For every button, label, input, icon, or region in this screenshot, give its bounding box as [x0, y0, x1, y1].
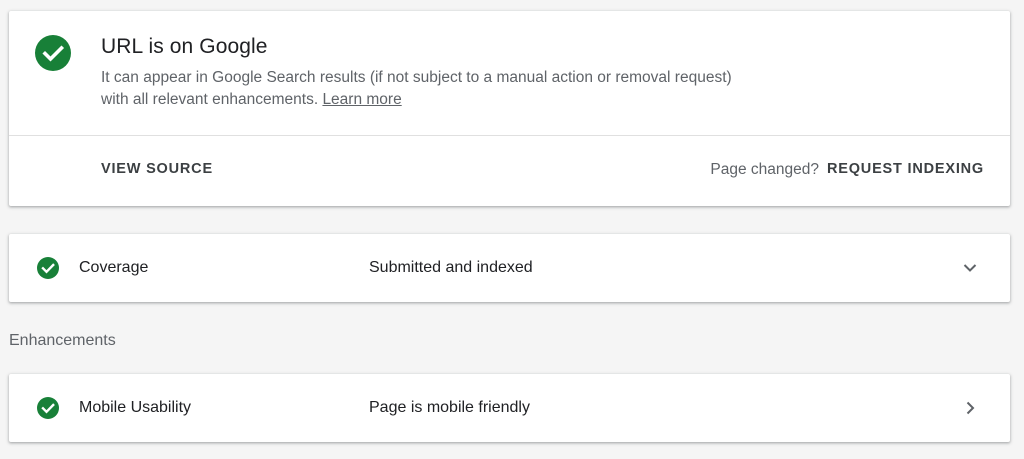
status-description-text: It can appear in Google Search results (…	[101, 69, 732, 108]
coverage-row[interactable]: Coverage Submitted and indexed	[9, 234, 1010, 302]
page-changed-label: Page changed?	[710, 161, 819, 178]
learn-more-link[interactable]: Learn more	[322, 91, 401, 108]
index-status-card: URL is on Google It can appear in Google…	[9, 11, 1010, 206]
enhancements-heading: Enhancements	[9, 332, 116, 349]
coverage-value: Submitted and indexed	[369, 259, 533, 276]
status-title: URL is on Google	[101, 35, 268, 58]
url-inspection-page: URL is on Google It can appear in Google…	[0, 0, 1024, 459]
mobile-usability-label: Mobile Usability	[79, 399, 192, 416]
mobile-usability-value: Page is mobile friendly	[369, 399, 530, 416]
mobile-usability-row[interactable]: Mobile Usability Page is mobile friendly	[9, 374, 1010, 442]
check-circle-icon	[35, 35, 71, 71]
divider	[9, 135, 1010, 136]
request-indexing-button[interactable]: REQUEST INDEXING	[827, 161, 984, 177]
status-description: It can appear in Google Search results (…	[101, 67, 741, 111]
chevron-down-icon[interactable]	[960, 258, 980, 278]
chevron-right-icon[interactable]	[960, 398, 980, 418]
check-circle-icon	[37, 397, 59, 419]
view-source-button[interactable]: VIEW SOURCE	[101, 161, 213, 177]
coverage-label: Coverage	[79, 259, 149, 276]
check-circle-icon	[37, 257, 59, 279]
